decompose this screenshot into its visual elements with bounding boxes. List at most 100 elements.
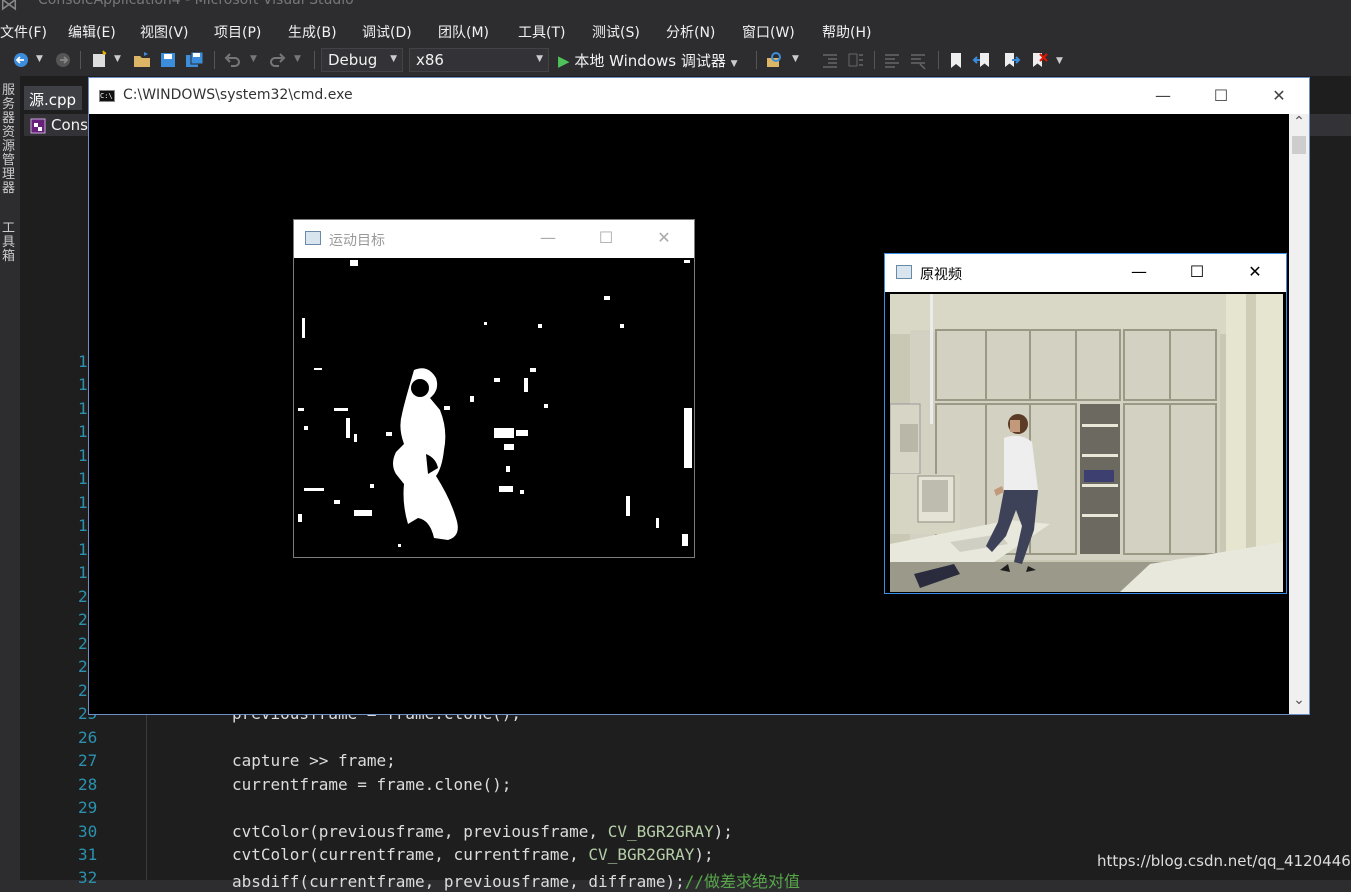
back-arrow-icon[interactable]	[12, 50, 30, 70]
line-number: 1	[78, 540, 88, 559]
new-dropdown-icon[interactable]: ▼	[114, 54, 121, 74]
scrollbar-thumb[interactable]	[1292, 136, 1306, 154]
menu-tools[interactable]: 工具(T)	[518, 22, 565, 42]
menu-bar: 文件(F) 编辑(E) 视图(V) 项目(P) 生成(B) 调试(D) 团队(M…	[0, 18, 1351, 44]
code-text: absdiff(currentframe, previousframe, dif…	[232, 872, 685, 891]
scroll-down-arrow-icon[interactable]: ⌄	[1292, 692, 1306, 708]
next-bookmark-icon[interactable]	[1000, 50, 1022, 70]
vs-window-title: ConsoleApplication4 - Microsoft Visual S…	[38, 0, 354, 8]
toolbar-separator	[214, 51, 215, 69]
opencv-window-icon	[305, 231, 321, 245]
motion-target-window[interactable]: 运动目标 — ☐ ✕	[293, 219, 695, 558]
menu-debug[interactable]: 调试(D)	[362, 22, 412, 42]
scroll-up-arrow-icon[interactable]: ⌃	[1292, 114, 1306, 130]
menu-team[interactable]: 团队(M)	[438, 22, 489, 42]
vs-title-bar: ⋈ ConsoleApplication4 - Microsoft Visual…	[0, 0, 1351, 18]
start-debugging-button[interactable]: ▶ 本地 Windows 调试器 ▼	[558, 50, 738, 70]
toolbar-separator	[80, 51, 81, 69]
code-text: );	[713, 822, 733, 841]
solution-platform-select[interactable]: x86 ▼	[409, 48, 549, 72]
comment-lines-icon[interactable]	[882, 50, 902, 70]
code-line: capture >> frame;	[232, 751, 396, 770]
find-in-files-icon[interactable]	[764, 50, 786, 70]
server-explorer-tab[interactable]: 服务器资源管理器	[2, 84, 16, 196]
document-tab-source-cpp[interactable]: 源.cpp	[24, 86, 82, 110]
line-number: 2	[78, 610, 88, 629]
minimize-button[interactable]: —	[1110, 254, 1168, 292]
motion-target-title: 运动目标	[329, 233, 385, 249]
menu-view[interactable]: 视图(V)	[140, 22, 189, 42]
close-button[interactable]: ✕	[1226, 254, 1284, 292]
solution-configuration-select[interactable]: Debug ▼	[321, 48, 403, 72]
toolbar-separator	[756, 51, 757, 69]
code-line: absdiff(currentframe, previousframe, dif…	[232, 868, 800, 892]
menu-window[interactable]: 窗口(W)	[742, 22, 795, 42]
minimize-button[interactable]: —	[519, 220, 577, 258]
code-line: currentframe = frame.clone();	[232, 775, 512, 794]
line-number: 1	[78, 493, 88, 512]
menu-help[interactable]: 帮助(H)	[822, 22, 871, 42]
line-number: 27	[78, 751, 98, 770]
original-video-window[interactable]: 原视频 — ☐ ✕	[884, 253, 1287, 594]
project-scope-icon	[30, 118, 46, 134]
maximize-button[interactable]: ☐	[1192, 78, 1250, 114]
back-dropdown-icon[interactable]: ▼	[36, 54, 43, 74]
bookmark-icon[interactable]	[946, 50, 966, 70]
code-text: cvtColor(previousframe, previousframe,	[232, 822, 608, 841]
code-text: cvtColor(currentframe, currentframe,	[232, 845, 589, 864]
code-line: cvtColor(previousframe, previousframe, C…	[232, 822, 733, 841]
toolbox-tab[interactable]: 工具箱	[2, 222, 16, 264]
line-number: 26	[78, 728, 98, 747]
maximize-button[interactable]: ☐	[577, 220, 635, 258]
save-all-icon[interactable]	[184, 50, 206, 70]
indent-icon[interactable]	[820, 50, 840, 70]
minimize-button[interactable]: —	[1134, 78, 1192, 114]
open-folder-icon[interactable]	[132, 50, 152, 70]
menu-build[interactable]: 生成(B)	[288, 22, 337, 42]
macro-token: CV_BGR2GRAY	[607, 822, 714, 841]
cmd-title-bar[interactable]: C:\ C:\WINDOWS\system32\cmd.exe — ☐ ✕	[89, 78, 1309, 114]
cmd-prompt-icon: C:\	[99, 90, 115, 102]
overflow-dropdown-icon[interactable]: ▼	[792, 54, 799, 74]
menu-test[interactable]: 测试(S)	[592, 22, 640, 42]
close-button[interactable]: ✕	[635, 220, 693, 258]
chevron-down-icon: ▼	[730, 59, 738, 69]
menu-analyze[interactable]: 分析(N)	[666, 22, 715, 42]
close-button[interactable]: ✕	[1250, 78, 1308, 114]
menu-file[interactable]: 文件(F)	[0, 22, 47, 42]
line-number: 32	[78, 868, 98, 887]
menu-project[interactable]: 项目(P)	[214, 22, 261, 42]
maximize-button[interactable]: ☐	[1168, 254, 1226, 292]
previous-bookmark-icon[interactable]	[972, 50, 994, 70]
vertical-scrollbar[interactable]: ⌃ ⌄	[1289, 114, 1309, 714]
line-number: 2	[78, 634, 88, 653]
uncomment-lines-icon[interactable]	[908, 50, 928, 70]
save-icon[interactable]	[158, 50, 178, 70]
left-tool-window-strip: 服务器资源管理器 工具箱	[0, 76, 20, 880]
opencv-window-icon	[896, 265, 912, 279]
toolbar-options-dropdown-icon[interactable]: ▼	[1056, 56, 1063, 76]
clear-bookmarks-icon[interactable]	[1028, 50, 1050, 70]
line-number: 2	[78, 681, 88, 700]
toolbar-separator	[938, 51, 939, 69]
toolbar-separator	[314, 51, 315, 69]
outdent-icon[interactable]	[846, 50, 866, 70]
original-video-title-bar[interactable]: 原视频 — ☐ ✕	[885, 254, 1286, 292]
forward-arrow-icon[interactable]	[54, 50, 72, 70]
undo-icon[interactable]	[222, 50, 244, 70]
line-number: 1	[78, 446, 88, 465]
macro-token: CV_BGR2GRAY	[588, 845, 695, 864]
menu-edit[interactable]: 编辑(E)	[68, 22, 116, 42]
chevron-down-icon: ▼	[390, 54, 397, 64]
undo-dropdown-icon[interactable]: ▼	[250, 54, 257, 74]
new-project-icon[interactable]	[90, 50, 110, 70]
redo-icon[interactable]	[266, 50, 288, 70]
play-icon: ▶	[558, 52, 570, 70]
original-video-title: 原视频	[920, 267, 962, 283]
line-number: 2	[78, 587, 88, 606]
line-number: 2	[78, 657, 88, 676]
line-number: 1	[78, 352, 88, 371]
motion-mask-image	[294, 258, 694, 557]
redo-dropdown-icon[interactable]: ▼	[294, 54, 301, 74]
motion-target-title-bar[interactable]: 运动目标 — ☐ ✕	[294, 220, 694, 258]
